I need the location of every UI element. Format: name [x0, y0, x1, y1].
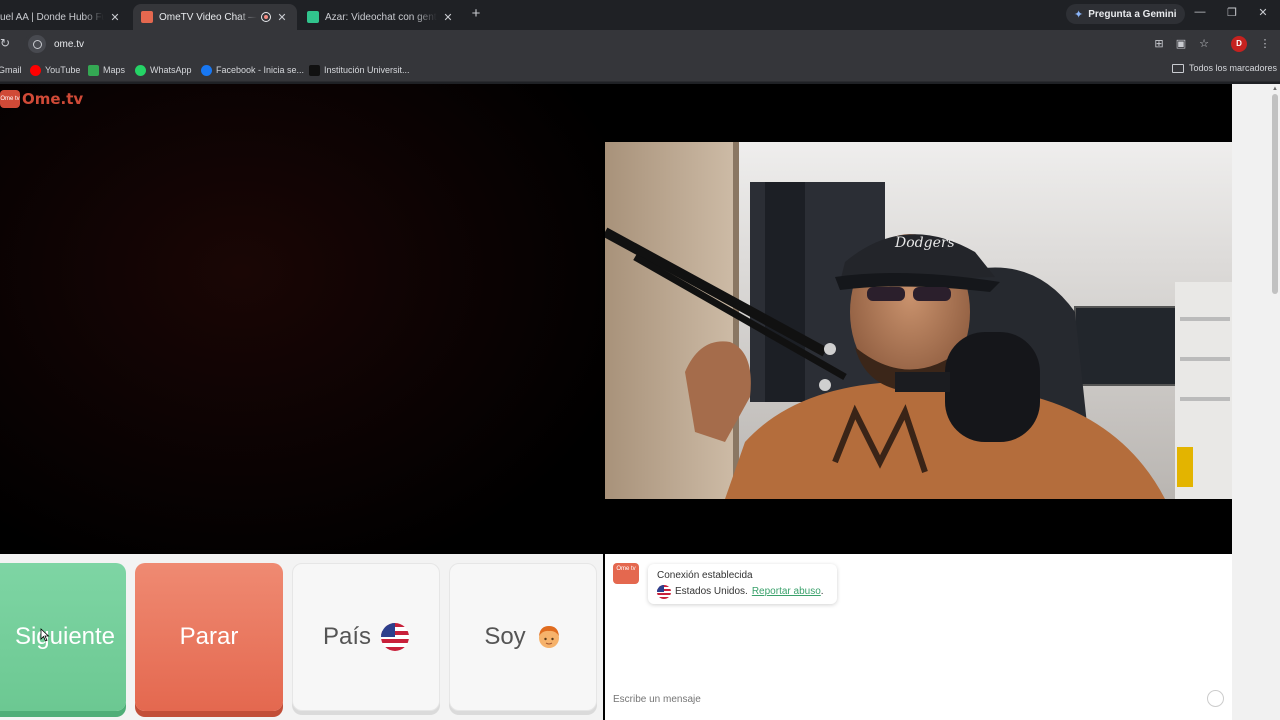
folder-icon	[1172, 63, 1184, 73]
ometv-logo[interactable]: Ome tv Ome.tv	[0, 90, 83, 108]
all-bookmarks-button[interactable]: Todos los marcadores	[1172, 63, 1277, 73]
restore-button[interactable]: ❐	[1222, 6, 1242, 22]
usa-flag-icon	[657, 585, 671, 599]
cast-icon[interactable]: ▣	[1174, 37, 1188, 51]
tab-strip: uel AA | Donde Hubo Fuego ✕ OmeTV Video …	[0, 0, 1280, 30]
ometv-favicon-icon	[141, 11, 153, 23]
mouse-cursor-icon	[40, 628, 50, 642]
tab-title: Azar: Videochat con gente nue	[325, 11, 437, 23]
message-input[interactable]	[605, 688, 1232, 710]
next-button[interactable]: Siguiente	[0, 563, 126, 711]
partner-country: Estados Unidos.	[675, 586, 748, 597]
stop-label: Parar	[179, 623, 239, 650]
country-button[interactable]: País	[292, 563, 440, 711]
gemini-label: Pregunta a Gemini	[1088, 8, 1177, 20]
facebook-icon	[201, 64, 212, 76]
scroll-up-icon[interactable]: ▲	[1272, 86, 1278, 92]
maps-icon	[88, 64, 99, 76]
recording-icon	[261, 12, 271, 22]
camera-scene: Dodgers	[605, 142, 1232, 499]
boy-face-icon	[538, 626, 559, 648]
profile-avatar[interactable]: D	[1231, 36, 1247, 52]
usa-flag-icon	[381, 623, 410, 651]
self-camera-video: Dodgers	[605, 142, 1232, 499]
close-window-button[interactable]: ✕	[1253, 6, 1273, 22]
browser-toolbar: ↻ ome.tv ⊞ ▣ ☆ D ⋮	[0, 30, 1280, 58]
emoji-icon[interactable]	[1207, 690, 1224, 707]
logo-text: Ome.tv	[22, 90, 84, 108]
bookmark-label: YouTube	[45, 65, 81, 75]
new-tab-button[interactable]: +	[468, 5, 484, 23]
bookmark-youtube[interactable]: YouTube	[30, 63, 80, 77]
tab-title: OmeTV Video Chat — Ome	[159, 11, 257, 23]
bookmark-institucion[interactable]: Institución Universit...	[309, 63, 410, 77]
gemini-sparkle-icon: ✦	[1074, 8, 1084, 21]
bookmark-facebook[interactable]: Facebook - Inicia se...	[201, 63, 304, 77]
tab-title: uel AA | Donde Hubo Fuego	[0, 11, 104, 23]
youtube-icon	[30, 64, 41, 76]
close-icon[interactable]: ✕	[441, 11, 455, 24]
bookmark-star-icon[interactable]: ☆	[1197, 37, 1211, 51]
report-abuse-link[interactable]: Reportar abuso	[752, 586, 821, 597]
stranger-video	[0, 84, 603, 554]
stop-button[interactable]: Parar	[135, 563, 283, 711]
close-icon[interactable]: ✕	[275, 11, 289, 24]
azar-favicon-icon	[307, 11, 319, 23]
gender-button[interactable]: Soy	[449, 563, 597, 711]
bookmark-label: WhatsApp	[150, 65, 192, 75]
whatsapp-icon	[135, 64, 146, 76]
report-suffix: .	[820, 586, 824, 597]
bookmark-whatsapp[interactable]: WhatsApp	[135, 63, 192, 77]
bookmark-label: Institución Universit...	[324, 65, 410, 75]
scroll-thumb[interactable]	[1272, 94, 1278, 294]
translate-icon[interactable]: ⊞	[1152, 37, 1166, 51]
bookmark-label: Gmail	[0, 65, 22, 75]
connection-status: Conexión establecida	[657, 570, 753, 581]
bookmarks-bar: Gmail YouTube Maps WhatsApp Facebook - I…	[0, 58, 1280, 82]
country-label: País	[322, 623, 372, 650]
url-text: ome.tv	[54, 38, 85, 50]
tab-azar[interactable]: Azar: Videochat con gente nue ✕	[299, 4, 463, 30]
next-label: Siguiente	[14, 623, 116, 650]
menu-kebab-icon[interactable]: ⋮	[1258, 37, 1272, 51]
ometv-tv-icon: Ome tv	[0, 90, 20, 108]
ometv-chat-logo-icon: Ome tv	[613, 563, 639, 584]
bookmark-label: Maps	[103, 65, 126, 75]
address-bar[interactable]: ome.tv	[24, 33, 1174, 55]
system-message: Conexión establecida Estados Unidos. Rep…	[648, 564, 837, 604]
gender-label: Soy	[484, 623, 526, 650]
bookmark-maps[interactable]: Maps	[88, 63, 125, 77]
minimize-button[interactable]: —	[1190, 6, 1210, 22]
bookmark-label: Facebook - Inicia se...	[216, 65, 305, 75]
institution-icon	[309, 64, 320, 76]
site-info-icon[interactable]	[28, 35, 46, 53]
svg-text:Dodgers: Dodgers	[894, 235, 955, 251]
close-icon[interactable]: ✕	[108, 11, 122, 24]
bookmark-gmail[interactable]: Gmail	[0, 63, 22, 77]
all-bookmarks-label: Todos los marcadores	[1189, 63, 1278, 73]
tab-donde-hubo-fuego[interactable]: uel AA | Donde Hubo Fuego ✕	[0, 4, 130, 30]
reload-icon[interactable]: ↻	[0, 36, 10, 50]
ask-gemini-button[interactable]: ✦ Pregunta a Gemini	[1066, 4, 1185, 24]
page-scrollbar[interactable]: ▲	[1232, 84, 1280, 720]
tab-ometv[interactable]: OmeTV Video Chat — Ome ✕	[133, 4, 297, 30]
